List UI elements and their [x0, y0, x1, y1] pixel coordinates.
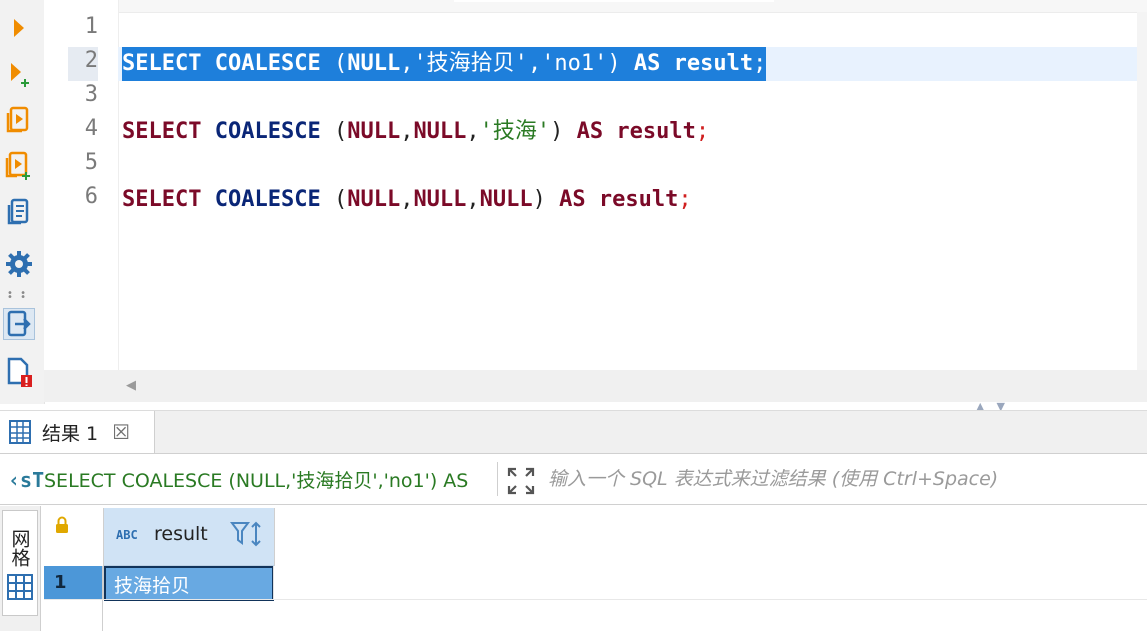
execute-new-tab-button[interactable]	[3, 58, 35, 90]
sql-function: COALESCE	[214, 119, 321, 144]
script-error-icon	[7, 357, 32, 387]
execute-script-new-tab-icon	[5, 151, 30, 180]
line-number: 2	[84, 48, 98, 73]
result-tab-label: 结果 1	[42, 422, 99, 445]
sql-editor[interactable]: SELECT COALESCE (NULL,'技海拾贝','no1') AS r…	[118, 0, 1147, 372]
table-cell-selected[interactable]: 技海拾贝	[104, 566, 274, 601]
filter-query-text: SELECT COALESCE (NULL,'技海拾贝','no1') AS	[44, 470, 469, 492]
result-filter-bar: ‹sT SELECT COALESCE (NULL,'技海拾贝','no1') …	[0, 453, 1147, 505]
line-number-gutter: 1 2 3 4 5 6	[44, 0, 119, 370]
export-icon	[7, 310, 31, 337]
execute-new-tab-icon	[11, 63, 29, 87]
column-type-badge: ABC	[116, 528, 138, 542]
sql-string: 'no1'	[541, 51, 608, 76]
sql-alias: result	[616, 119, 696, 144]
sql-null: NULL	[413, 119, 467, 144]
sql-keyword: SELECT	[122, 51, 202, 76]
line-number: 3	[84, 82, 98, 107]
result-grid: ABC result 1 技海拾贝	[44, 508, 1147, 631]
code-line-selected[interactable]: SELECT COALESCE (NULL,'技海拾贝','no1') AS r…	[122, 47, 767, 81]
execute-script-icon	[6, 106, 29, 133]
tab-result-1[interactable]: 结果 1 ☒	[0, 411, 155, 453]
result-tabs-bar: 结果 1 ☒	[0, 410, 1147, 453]
close-tab-icon[interactable]: ☒	[112, 420, 130, 444]
sql-keyword: SELECT	[122, 187, 202, 212]
sql-punctuation: )	[607, 51, 621, 76]
sql-string: '技海'	[479, 119, 551, 144]
sql-punctuation: ,	[400, 51, 414, 76]
filter-expression-input[interactable]	[548, 462, 1128, 496]
sql-keyword: AS	[633, 51, 661, 76]
cell-value: 技海拾贝	[114, 575, 191, 597]
execute-script-new-tab-button[interactable]	[3, 150, 35, 182]
row-number[interactable]: 1	[44, 566, 104, 599]
grid-corner	[44, 508, 104, 566]
line-number: 5	[84, 150, 98, 175]
row-number-label: 1	[54, 572, 67, 593]
explain-plan-icon	[7, 198, 29, 225]
sql-function: COALESCE	[214, 187, 321, 212]
sql-keyword: AS	[559, 187, 586, 212]
toolbar-separator: • • • •	[7, 288, 28, 303]
editor-toolbar: • • • •	[0, 0, 45, 404]
sql-punctuation: ,	[466, 119, 480, 144]
execute-statement-button[interactable]	[3, 12, 35, 44]
explain-plan-button[interactable]	[3, 196, 35, 228]
grid-line	[44, 599, 1147, 600]
column-header-label: result	[154, 523, 208, 545]
result-view-side-tabs: 网格	[0, 506, 41, 631]
filter-divider	[497, 462, 498, 496]
sql-punctuation: (	[320, 119, 348, 144]
sql-punctuation: ,	[466, 187, 480, 212]
column-filter-sort-icon[interactable]	[230, 520, 264, 550]
sql-punctuation: (	[320, 51, 348, 76]
line-number: 6	[84, 184, 98, 209]
sql-semicolon: ;	[753, 51, 767, 76]
sql-null: NULL	[347, 187, 401, 212]
sql-punctuation: )	[550, 119, 564, 144]
sql-null: NULL	[413, 187, 467, 212]
sql-semicolon: ;	[678, 187, 692, 212]
sql-alias: result	[598, 187, 679, 212]
editor-horizontal-scrollbar[interactable]: ◀	[44, 370, 1147, 402]
sql-null: NULL	[347, 51, 401, 76]
sql-null: NULL	[347, 119, 401, 144]
sql-keyword: SELECT	[122, 119, 202, 144]
sql-text-icon: ‹sT	[8, 468, 45, 492]
execute-statement-icon	[14, 19, 24, 37]
sql-string: '技海拾贝'	[413, 51, 528, 76]
grid-table-icon	[9, 420, 31, 444]
lock-icon	[56, 516, 68, 533]
script-error-button[interactable]	[3, 356, 35, 388]
sql-punctuation: ,	[400, 119, 414, 144]
grid-line	[273, 566, 274, 600]
sql-punctuation: ,	[400, 187, 414, 212]
side-tab-grid-label: 网格	[8, 529, 31, 567]
scroll-left-arrow-icon[interactable]: ◀	[126, 378, 136, 393]
grid-view-icon	[7, 574, 33, 600]
sql-alias: result	[673, 51, 754, 76]
line-number: 1	[84, 14, 98, 39]
line-number: 4	[84, 116, 98, 141]
sql-null: NULL	[479, 187, 533, 212]
settings-button[interactable]	[3, 248, 35, 280]
code-line[interactable]: SELECT COALESCE (NULL,NULL,'技海') AS resu…	[122, 115, 709, 149]
column-header-result[interactable]: ABC result	[104, 508, 275, 566]
sql-keyword: AS	[576, 119, 604, 144]
sql-function: COALESCE	[214, 51, 321, 76]
sql-punctuation: (	[320, 187, 348, 212]
editor-vertical-scrollbar[interactable]	[1137, 12, 1147, 372]
code-line[interactable]: SELECT COALESCE (NULL,NULL,NULL) AS resu…	[122, 183, 692, 217]
sql-punctuation: ,	[527, 51, 542, 76]
side-tab-grid[interactable]: 网格	[2, 510, 38, 616]
settings-icon	[6, 251, 32, 277]
sql-punctuation: )	[532, 187, 546, 212]
sql-semicolon: ;	[695, 119, 710, 144]
export-button[interactable]	[3, 308, 35, 340]
execute-script-button[interactable]	[3, 104, 35, 136]
expand-icon[interactable]	[506, 466, 536, 496]
